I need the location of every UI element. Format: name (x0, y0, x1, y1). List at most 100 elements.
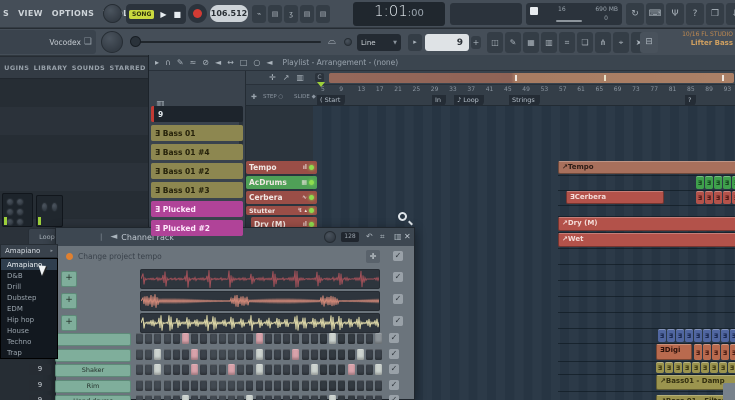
playlist-lane-bass-01-filter[interactable]: ↗Bass 01 - Filter (558, 395, 735, 400)
step-cell[interactable] (366, 364, 373, 375)
genre-option-trap[interactable]: Trap (1, 347, 57, 358)
step-cell[interactable] (173, 395, 180, 400)
menu-item-view[interactable]: VIEW (18, 9, 43, 18)
step-cell[interactable] (145, 364, 152, 375)
step-cell[interactable] (200, 395, 207, 400)
mini-clip[interactable]: Ǝ (723, 176, 731, 189)
channel-row-step[interactable]: ✓ (56, 332, 414, 345)
pattern-add-icon[interactable]: ▤ (300, 5, 314, 23)
channel-row-audio[interactable]: +✓ (60, 268, 410, 288)
genre-dropdown-list[interactable]: AmapianoD&BDrillDubstepEDMHip hopHouseTe… (0, 258, 58, 359)
step-cell[interactable] (136, 349, 143, 360)
channel-button-hand-drums[interactable]: Hand drums (55, 395, 131, 400)
mini-clip[interactable]: Ǝ (721, 344, 729, 360)
pencil-icon[interactable]: ✎ (177, 59, 184, 67)
step-cell[interactable] (265, 395, 272, 400)
channel-button[interactable] (55, 349, 131, 362)
channel-value-box[interactable]: 9 (29, 395, 51, 400)
step-cell[interactable] (320, 349, 327, 360)
track-enable-led[interactable] (309, 222, 314, 227)
mini-clip[interactable]: Ǝ (656, 362, 664, 373)
step-cell[interactable] (338, 395, 345, 400)
step-cell[interactable] (348, 395, 355, 400)
playlist-lane-olive-row[interactable]: ƎƎƎƎƎƎƎƎƎƎƎƎƎƎƎƎƎƎƎƎƎ (558, 362, 735, 375)
channel-rack-icon[interactable]: ▦ (523, 32, 539, 53)
mini-clip[interactable]: Ǝ (665, 362, 673, 373)
step-cell[interactable] (210, 395, 217, 400)
step-cell[interactable] (182, 364, 189, 375)
playlist-lane-cerbera[interactable]: ƎCerberaƎƎƎƎƎƎƎƎƎƎƎƎƎƎƎƎƎƎƎƎ (558, 191, 735, 206)
channel-button-shaker[interactable]: Shaker (55, 364, 131, 377)
play-button[interactable]: ▶ (160, 10, 166, 19)
step-cell[interactable] (237, 364, 244, 375)
step-cell[interactable] (329, 395, 336, 400)
swing-display[interactable]: 128 (341, 232, 359, 242)
playlist-icon[interactable]: ◫ (487, 32, 503, 53)
step-cell[interactable] (191, 349, 198, 360)
channel-row-step[interactable]: ✓ (56, 348, 414, 361)
playlist-lane-blue-row[interactable]: ƎƎƎƎƎƎƎƎƎƎƎƎƎƎƎƎƎƎƎƎƎƎƎƎƎƎƎƎƎƎƎƎƎƎƎƎ (558, 329, 735, 344)
layout-icon[interactable]: ▥ (394, 233, 402, 241)
channel-checkbox[interactable]: ✓ (389, 349, 399, 359)
track-header-stutter[interactable]: Stutter↯▴ (246, 206, 317, 215)
channel-button[interactable] (55, 333, 131, 346)
step-cell[interactable] (136, 395, 143, 400)
mini-plugin-2[interactable] (36, 195, 63, 227)
playlist-lane-dry-m-[interactable]: ↗Dry (M) (558, 217, 735, 233)
step-cell[interactable] (219, 333, 226, 344)
playlist-titlebar[interactable]: ▸∩✎≈⊘◄↔□○◄ Playlist - Arrangement - (non… (149, 55, 735, 71)
picker-item[interactable]: Ǝ Plucked #2 (151, 220, 243, 236)
record-button[interactable] (188, 4, 207, 23)
step-cell[interactable] (320, 333, 327, 344)
mini-clip[interactable]: Ǝ (701, 362, 709, 373)
genre-option-d-b[interactable]: D&B (1, 270, 57, 281)
stop-button[interactable]: ■ (174, 10, 182, 19)
playlist-lane-bass01-damp[interactable]: ↗Bass01 - Damp (558, 375, 735, 392)
track-header-acdrums[interactable]: AcDrums▦ (246, 176, 317, 189)
target-icon[interactable]: ✛ (366, 250, 380, 263)
step-cell[interactable] (164, 364, 171, 375)
genre-option-hip-hop[interactable]: Hip hop (1, 314, 57, 325)
picker-item[interactable]: 9 (151, 106, 243, 122)
step-cell[interactable] (348, 333, 355, 344)
preview-icon[interactable]: ◄ (266, 59, 272, 67)
step-cell[interactable] (164, 380, 171, 391)
zoom-icon[interactable]: ○ (253, 59, 260, 67)
shop-icon[interactable]: ⊟ (640, 32, 658, 53)
step-cell[interactable] (145, 349, 152, 360)
mini-clip[interactable]: Ǝ (692, 362, 700, 373)
step-cell[interactable] (338, 333, 345, 344)
genre-dropdown[interactable]: Amapiano ▸ (0, 244, 58, 258)
piano-roll-icon[interactable]: ✎ (505, 32, 521, 53)
collapse-icon[interactable]: ▴ (304, 208, 307, 214)
waveform-display[interactable] (140, 269, 380, 289)
step-cell[interactable] (237, 333, 244, 344)
mute-icon[interactable]: ◄ (215, 59, 221, 67)
step-cell[interactable] (136, 380, 143, 391)
mini-clip[interactable]: Ǝ (696, 191, 704, 204)
pattern-reset-icon[interactable]: ▤ (316, 5, 330, 23)
channel-name[interactable]: Change project tempo (78, 252, 162, 261)
step-cell[interactable] (246, 364, 253, 375)
mini-clip[interactable]: Ǝ (712, 344, 720, 360)
channel-value-box[interactable]: 9 (29, 364, 51, 375)
genre-option-edm[interactable]: EDM (1, 303, 57, 314)
step-cell[interactable] (154, 349, 161, 360)
step-cell[interactable] (302, 395, 309, 400)
step-cell[interactable] (311, 364, 318, 375)
track-enable-led[interactable] (309, 195, 314, 200)
touch-icon[interactable]: ⌖ (613, 32, 629, 53)
step-cell[interactable] (173, 349, 180, 360)
clip-tempo[interactable]: ↗Tempo (558, 161, 735, 174)
step-cell[interactable] (338, 380, 345, 391)
step-cell[interactable] (154, 364, 161, 375)
plugin-picker-icon[interactable]: ❏ (577, 32, 593, 53)
mini-clip[interactable]: Ǝ (694, 344, 702, 360)
airplane-icon[interactable]: ⌁ (252, 5, 266, 23)
step-cell[interactable] (256, 364, 263, 375)
add-layer-button[interactable]: + (61, 271, 77, 287)
playlist-lane-waveshaper[interactable]: ↗Waveshaper (558, 249, 735, 265)
browser-tab-sounds[interactable]: SOUNDS (72, 64, 105, 72)
step-cell[interactable] (219, 380, 226, 391)
mini-clip[interactable]: Ǝ (728, 362, 735, 373)
